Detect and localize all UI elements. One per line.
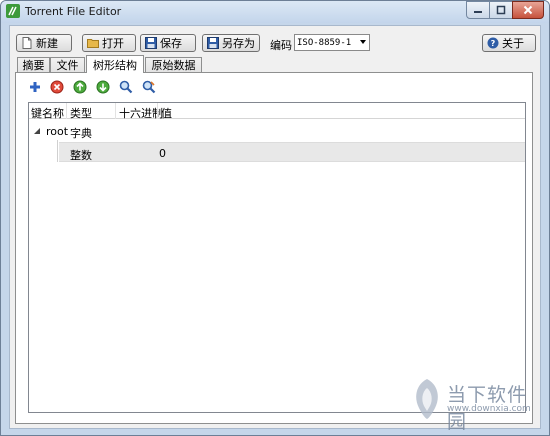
tree-grid[interactable]: 键名称 类型 十六进制 值 root 字典 整数 0 [28, 102, 526, 413]
new-button-label: 新建 [36, 37, 58, 50]
save-icon [145, 37, 157, 49]
tree-row-child[interactable]: 整数 0 [59, 142, 525, 162]
tree-cell-value: 0 [159, 147, 166, 160]
minimize-button[interactable] [466, 1, 490, 19]
tree-row-root[interactable]: root 字典 [29, 121, 525, 141]
about-button-label: 关于 [502, 37, 524, 50]
save-as-icon [207, 37, 219, 49]
column-separator[interactable] [115, 103, 116, 119]
folder-icon [87, 39, 99, 48]
column-separator[interactable] [66, 103, 67, 119]
tab-summary[interactable]: 摘要 [17, 57, 50, 72]
tree-guide-line [57, 140, 58, 162]
save-as-button-label: 另存为 [222, 37, 255, 50]
add-icon[interactable] [28, 80, 42, 94]
column-header-type[interactable]: 类型 [70, 105, 92, 121]
search-icon[interactable] [119, 80, 133, 94]
encoding-select[interactable]: ISO-8859-1 [294, 34, 370, 51]
tree-tab-panel: 键名称 类型 十六进制 值 root 字典 整数 0 [15, 72, 533, 424]
move-down-icon[interactable] [96, 80, 110, 94]
svg-text:?: ? [491, 39, 496, 48]
tab-tree-label: 树形结构 [93, 58, 137, 72]
remove-icon[interactable] [50, 80, 64, 94]
new-file-icon [22, 37, 32, 49]
client-area: 新建 打开 保存 另存为 编码 ISO-8859-1 ? 关于 摘要 文件 树形… [9, 25, 541, 429]
tab-files-label: 文件 [56, 59, 79, 72]
tab-raw-data[interactable]: 原始数据 [145, 57, 202, 72]
new-button[interactable]: 新建 [16, 34, 72, 52]
encoding-label: 编码 [270, 39, 292, 52]
tree-grid-header: 键名称 类型 十六进制 值 [29, 103, 525, 121]
column-separator[interactable] [157, 103, 158, 119]
save-as-button[interactable]: 另存为 [202, 34, 260, 52]
tab-files[interactable]: 文件 [50, 57, 85, 72]
maximize-icon [496, 5, 506, 15]
tree-cell-key: root [46, 125, 69, 138]
maximize-button[interactable] [489, 1, 513, 19]
save-button-label: 保存 [160, 37, 182, 50]
close-icon [523, 5, 533, 15]
encoding-select-value: ISO-8859-1 [297, 37, 352, 48]
open-button-label: 打开 [102, 37, 124, 50]
column-header-value[interactable]: 值 [161, 105, 172, 121]
site-watermark: 当下软件园 www.downxia.com [411, 378, 543, 433]
app-window: Torrent File Editor 新建 打开 保存 另存为 编码 ISO-… [0, 0, 550, 436]
title-bar[interactable]: Torrent File Editor [1, 1, 549, 23]
move-up-icon[interactable] [73, 80, 87, 94]
downxia-logo-icon [416, 379, 438, 419]
tab-summary-label: 摘要 [22, 59, 45, 72]
open-button[interactable]: 打开 [82, 34, 136, 52]
tab-tree[interactable]: 树形结构 [86, 55, 144, 73]
window-title: Torrent File Editor [25, 5, 122, 18]
tree-cell-type: 字典 [70, 127, 92, 140]
chevron-down-icon [360, 40, 366, 44]
about-button[interactable]: ? 关于 [482, 34, 536, 52]
tree-cell-type: 整数 [70, 149, 92, 162]
column-header-key[interactable]: 键名称 [31, 105, 64, 121]
watermark-url: www.downxia.com [447, 404, 531, 414]
app-icon [6, 4, 20, 18]
close-button[interactable] [512, 1, 544, 19]
tab-raw-data-label: 原始数据 [151, 59, 196, 72]
search-replace-icon[interactable] [142, 80, 156, 94]
save-button[interactable]: 保存 [140, 34, 196, 52]
minimize-icon [474, 11, 482, 13]
expand-arrow-icon[interactable] [34, 128, 40, 134]
help-icon: ? [487, 37, 499, 49]
